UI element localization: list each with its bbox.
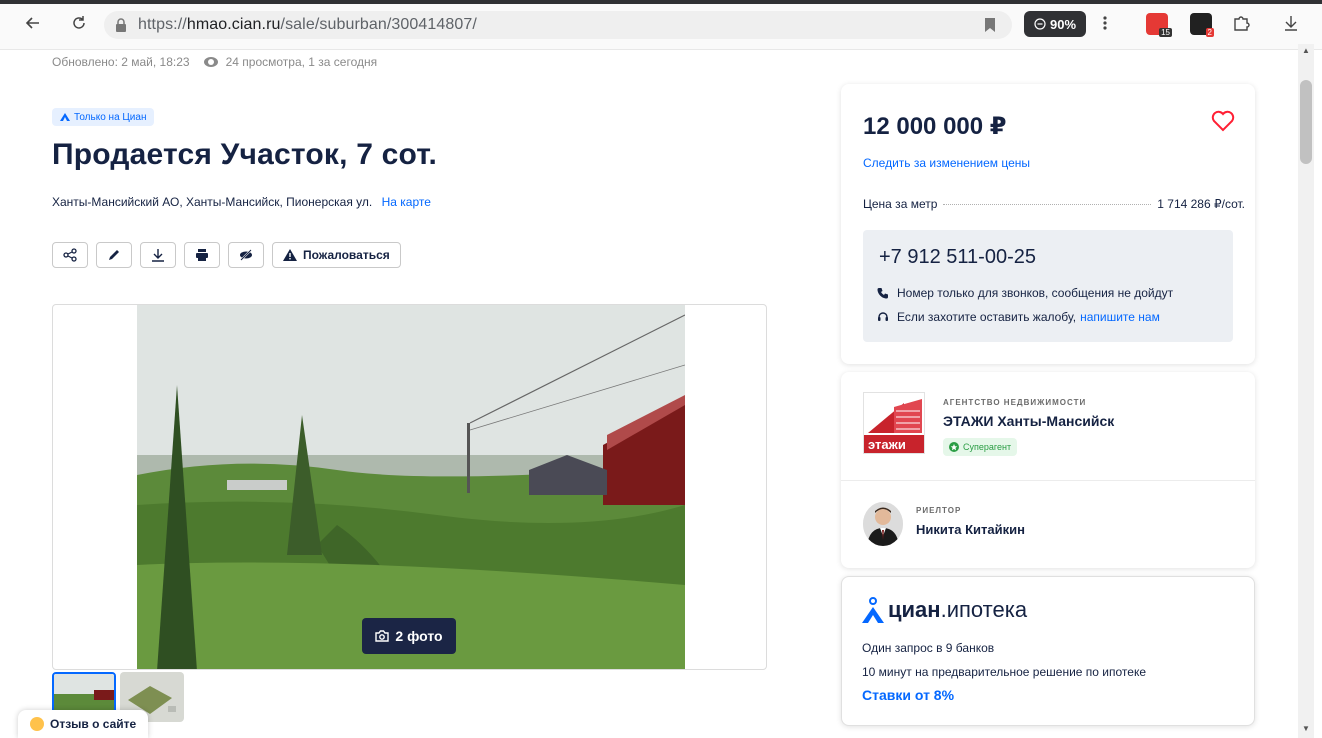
share-icon bbox=[63, 248, 77, 262]
headset-icon bbox=[878, 312, 888, 321]
lock-icon bbox=[114, 17, 128, 33]
agent-card: этажи АГЕНТСТВО НЕДВИЖИМОСТИ ЭТАЖИ Ханты… bbox=[841, 372, 1255, 568]
updated-date: Обновлено: 2 май, 18:23 bbox=[52, 55, 190, 69]
listing-meta: Обновлено: 2 май, 18:23 24 просмотра, 1 … bbox=[52, 55, 377, 69]
agency-caption: АГЕНТСТВО НЕДВИЖИМОСТИ bbox=[943, 398, 1087, 407]
extension-icon[interactable]: 2 bbox=[1190, 13, 1214, 37]
avatar[interactable] bbox=[863, 502, 903, 546]
print-icon bbox=[196, 249, 208, 261]
address-text: Ханты-Мансийский АО, Ханты-Мансийск, Пио… bbox=[52, 195, 373, 209]
only-on-cian-badge: Только на Циан bbox=[52, 108, 155, 126]
download-icon bbox=[152, 249, 164, 262]
favorite-heart-icon[interactable] bbox=[1211, 110, 1235, 132]
realtor-caption: РИЕЛТОР bbox=[916, 506, 962, 515]
page-title: Продается Участок, 7 сот. bbox=[52, 138, 438, 171]
cian-logo-icon bbox=[862, 597, 884, 623]
smile-icon bbox=[30, 717, 44, 731]
zoom-indicator[interactable]: 90% bbox=[1024, 11, 1086, 37]
scroll-up-icon[interactable]: ▲ bbox=[1301, 46, 1311, 55]
cian-brand-text: циан bbox=[888, 597, 941, 622]
divider bbox=[841, 480, 1255, 481]
cian-arrow-icon bbox=[60, 113, 70, 121]
superagent-badge: Суперагент bbox=[943, 438, 1018, 456]
mortgage-line-2: 10 минут на предварительное решение по и… bbox=[862, 665, 1146, 679]
agency-logo[interactable]: этажи bbox=[863, 392, 925, 454]
extensions-puzzle-icon[interactable] bbox=[1228, 10, 1254, 36]
note-button[interactable] bbox=[96, 242, 132, 268]
main-photo[interactable] bbox=[137, 305, 685, 669]
agency-logo-text: этажи bbox=[868, 437, 906, 452]
camera-icon bbox=[375, 630, 390, 642]
warning-icon bbox=[283, 249, 297, 261]
grass-field-photo bbox=[137, 305, 685, 669]
back-icon[interactable] bbox=[20, 10, 46, 36]
hide-button[interactable] bbox=[228, 242, 264, 268]
complain-button[interactable]: Пожаловаться bbox=[272, 242, 401, 268]
superagent-icon bbox=[949, 442, 959, 452]
photo-gallery[interactable] bbox=[52, 304, 767, 670]
photo-count-button[interactable]: 2 фото bbox=[362, 618, 456, 654]
price: 12 000 000 ₽ bbox=[863, 113, 1007, 140]
price-per-value: 1 714 286 ₽/сот. bbox=[1157, 197, 1245, 211]
price-per-label: Цена за метр bbox=[863, 197, 938, 211]
extension-badge: 2 bbox=[1205, 28, 1214, 37]
complain-label: Пожаловаться bbox=[303, 248, 390, 262]
price-card: 12 000 000 ₽ Следить за изменением цены … bbox=[841, 84, 1255, 364]
address-bar[interactable]: https://hmao.cian.ru/sale/suburban/30041… bbox=[104, 11, 1012, 39]
hide-icon bbox=[240, 249, 252, 261]
share-button[interactable] bbox=[52, 242, 88, 268]
download-icon[interactable] bbox=[1278, 10, 1304, 36]
mortgage-card[interactable]: циан .ипотека Один запрос в 9 банков 10 м… bbox=[841, 576, 1255, 726]
map-link[interactable]: На карте bbox=[382, 195, 431, 209]
cian-mortgage-logo: циан .ипотека bbox=[862, 597, 1027, 623]
scrollbar-thumb[interactable] bbox=[1300, 80, 1312, 164]
phone-icon bbox=[877, 288, 888, 299]
extension-icon[interactable]: 15 bbox=[1146, 13, 1172, 37]
address: Ханты-Мансийский АО, Ханты-Мансийск, Пио… bbox=[52, 195, 431, 209]
realtor-name[interactable]: Никита Китайкин bbox=[916, 522, 1025, 537]
menu-icon[interactable] bbox=[1092, 10, 1118, 36]
views-count: 24 просмотра, 1 за сегодня bbox=[225, 55, 378, 69]
pencil-icon bbox=[109, 250, 119, 260]
eye-icon bbox=[203, 57, 218, 67]
realtor-avatar-image bbox=[863, 502, 903, 546]
phone-number[interactable]: +7 912 511-00-25 bbox=[879, 246, 1036, 269]
dotted-leader bbox=[943, 204, 1152, 205]
agency-name[interactable]: ЭТАЖИ Ханты-Мансийск bbox=[943, 413, 1114, 429]
scroll-down-icon[interactable]: ▼ bbox=[1301, 724, 1311, 733]
url-text: https://hmao.cian.ru/sale/suburban/30041… bbox=[138, 16, 477, 33]
write-us-link[interactable]: напишите нам bbox=[1080, 310, 1160, 324]
mortgage-rates-link[interactable]: Ставки от 8% bbox=[862, 687, 954, 703]
calls-only-note: Номер только для звонков, сообщения не д… bbox=[877, 286, 1173, 300]
print-button[interactable] bbox=[184, 242, 220, 268]
mortgage-brand-text: .ипотека bbox=[940, 597, 1028, 622]
price-per-unit-row: Цена за метр 1 714 286 ₽/сот. bbox=[863, 197, 1245, 211]
site-feedback-button[interactable]: Отзыв о сайте bbox=[18, 710, 149, 738]
phone-box: +7 912 511-00-25 Номер только для звонко… bbox=[863, 230, 1233, 342]
reload-icon[interactable] bbox=[66, 10, 92, 36]
mortgage-line-1: Один запрос в 9 банков bbox=[862, 641, 995, 655]
download-pdf-button[interactable] bbox=[140, 242, 176, 268]
tab-strip bbox=[0, 0, 1322, 4]
follow-price-link[interactable]: Следить за изменением цены bbox=[863, 156, 1030, 170]
extension-badge: 15 bbox=[1159, 28, 1172, 37]
browser-toolbar: https://hmao.cian.ru/sale/suburban/30041… bbox=[0, 0, 1322, 50]
listing-actions: Пожаловаться bbox=[52, 242, 401, 268]
bookmark-icon[interactable] bbox=[984, 17, 996, 33]
complaint-note: Если захотите оставить жалобу, напишите н… bbox=[877, 310, 1160, 324]
